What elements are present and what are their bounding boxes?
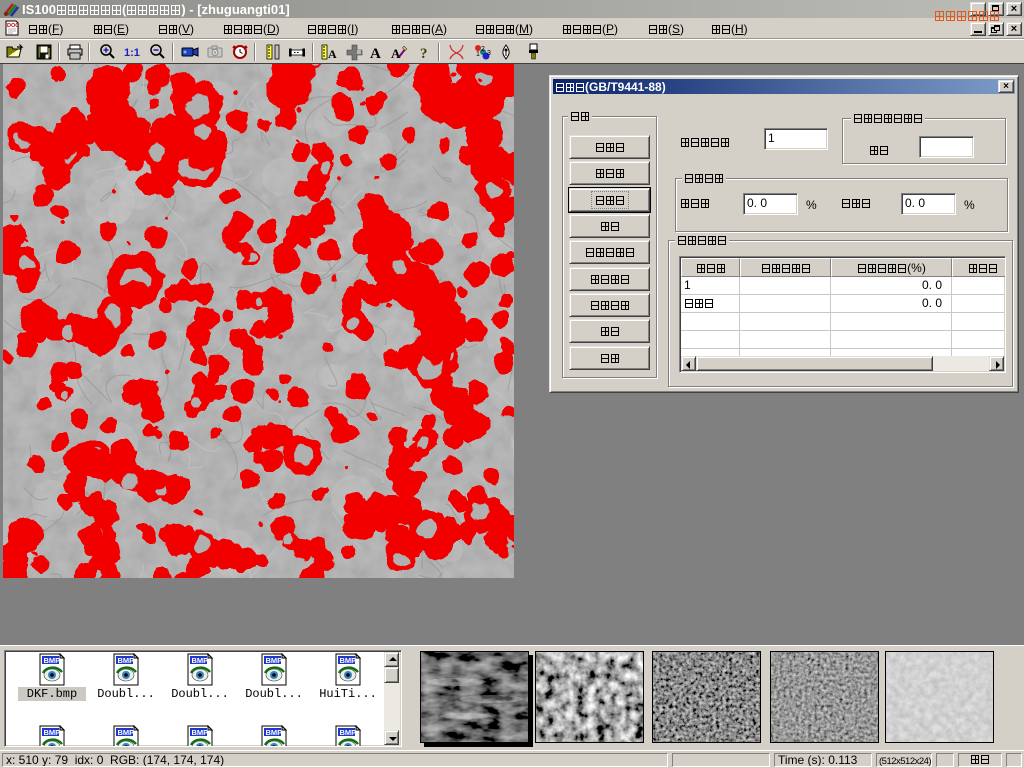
svg-text:2: 2 bbox=[481, 46, 485, 53]
svg-text:DOC: DOC bbox=[7, 23, 19, 29]
svg-text:1:1: 1:1 bbox=[124, 47, 140, 59]
svg-text:BMP: BMP bbox=[340, 728, 357, 737]
svg-text:BMP: BMP bbox=[44, 656, 61, 665]
svg-text:BMP: BMP bbox=[118, 728, 135, 737]
svg-text:3: 3 bbox=[487, 50, 491, 57]
svg-text:BMP: BMP bbox=[192, 656, 209, 665]
svg-text:BMP: BMP bbox=[44, 728, 61, 737]
svg-text:BMP: BMP bbox=[266, 728, 283, 737]
svg-text:A: A bbox=[370, 46, 381, 61]
svg-text:A: A bbox=[391, 46, 401, 61]
svg-text:BMP: BMP bbox=[340, 656, 357, 665]
svg-text:BMP: BMP bbox=[266, 656, 283, 665]
svg-text:1: 1 bbox=[476, 51, 480, 58]
svg-text:BMP: BMP bbox=[118, 656, 135, 665]
svg-text:BMP: BMP bbox=[192, 728, 209, 737]
svg-text:A: A bbox=[328, 47, 337, 61]
svg-text:?: ? bbox=[420, 46, 428, 61]
